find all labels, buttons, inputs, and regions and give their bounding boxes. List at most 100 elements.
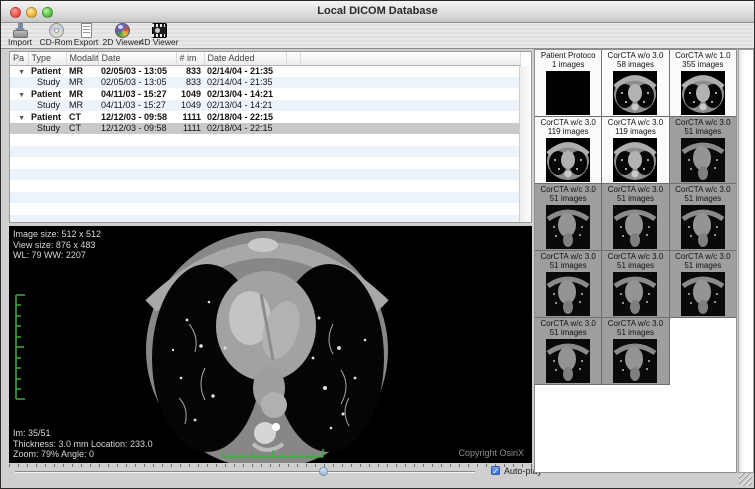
series-thumbnail[interactable]: CorCTA w/c 3.0 51 images [670, 251, 737, 318]
4d-viewer-icon [151, 23, 168, 38]
series-image-count: 51 images [670, 195, 736, 204]
series-image-count: 51 images [670, 128, 736, 137]
image-viewer[interactable]: Image size: 512 x 512 View size: 876 x 4… [9, 226, 532, 463]
overlay-image-index: Im: 35/51 [13, 428, 153, 439]
series-image-count: 51 images [670, 262, 736, 271]
column-header-spacer [286, 52, 300, 65]
table-row[interactable]: ▼ Study CT 12/12/03 - 09:58 1111 02/18/0… [10, 123, 521, 135]
cdrom-icon [48, 23, 65, 38]
4d-viewer-button[interactable]: 4D Viewer [137, 23, 181, 49]
cell-image-count: 833 [176, 65, 204, 77]
viewer-copyright: Copyright OsiriX [458, 448, 524, 459]
series-thumbnail[interactable]: CorCTA w/o 3.0 58 images [602, 50, 669, 117]
table-row[interactable]: ▼ Study MR 04/11/03 - 15:27 1049 02/13/0… [10, 100, 521, 112]
series-thumbnail[interactable]: Patient Protoco 1 images [535, 50, 602, 117]
2d-viewer-icon [114, 23, 131, 38]
disclosure-triangle-icon[interactable]: ▼ [18, 69, 25, 76]
export-label: Export [69, 38, 103, 47]
table-vertical-scrollbar[interactable] [519, 66, 530, 223]
series-preview-image [681, 272, 725, 316]
series-preview-image [613, 138, 657, 182]
table-row[interactable]: ▼ Patient CT 12/12/03 - 09:58 1111 02/18… [10, 111, 521, 123]
table-row[interactable]: ▼ Patient MR 04/11/03 - 15:27 1049 02/13… [10, 88, 521, 100]
series-thumbnail-panel: Patient Protoco 1 images CorCTA w/o 3.0 … [534, 49, 737, 473]
series-thumbnail[interactable]: CorCTA w/c 3.0 51 images [602, 184, 669, 251]
cell-date: 04/11/03 - 15:27 [98, 88, 176, 100]
series-image-count: 1 images [535, 61, 601, 70]
series-thumbnail[interactable]: CorCTA w/c 3.0 51 images [670, 184, 737, 251]
series-thumbnail[interactable]: CorCTA w/c 3.0 51 images [535, 318, 602, 385]
disclosure-triangle-icon[interactable]: ▼ [18, 115, 25, 122]
series-image-count: 51 images [602, 262, 668, 271]
series-thumbnail[interactable]: CorCTA w/c 1.0 355 images [670, 50, 737, 117]
series-preview-image [546, 138, 590, 182]
cell-date-added: 02/18/04 - 22:15 [204, 111, 286, 123]
cell-type: Study [28, 100, 66, 112]
series-preview-image [613, 272, 657, 316]
cell-modality: CT [66, 123, 98, 135]
database-table: Pa Type Modality Date # im Date Added ▼ … [10, 52, 521, 223]
overlay-window-level: WL: 79 WW: 2207 [13, 250, 101, 261]
series-image-count: 355 images [670, 61, 736, 70]
series-preview-image [681, 138, 725, 182]
disclosure-triangle-icon[interactable]: ▼ [18, 92, 25, 99]
table-row-empty [10, 157, 521, 169]
series-thumbnail[interactable]: CorCTA w/c 3.0 51 images [535, 251, 602, 318]
cell-image-count: 1049 [176, 100, 204, 112]
import-icon [12, 23, 29, 38]
series-thumbnail[interactable]: CorCTA w/c 3.0 119 images [602, 117, 669, 184]
table-row-empty [10, 192, 521, 204]
cell-type: Patient [28, 111, 66, 123]
cell-image-count: 1049 [176, 88, 204, 100]
horizontal-scale-ruler [222, 447, 324, 459]
cell-date: 02/05/03 - 13:05 [98, 65, 176, 77]
series-image-count: 51 images [535, 329, 601, 338]
series-thumbnail[interactable]: CorCTA w/c 3.0 51 images [535, 184, 602, 251]
series-preview-image [546, 272, 590, 316]
cell-modality: MR [66, 65, 98, 77]
column-header-date[interactable]: Date [98, 52, 176, 65]
cell-image-count: 1111 [176, 123, 204, 135]
series-image-count: 51 images [602, 195, 668, 204]
column-header-type[interactable]: Type [28, 52, 66, 65]
table-row-empty [10, 146, 521, 158]
database-table-panel: Pa Type Modality Date # im Date Added ▼ … [9, 51, 532, 223]
series-preview-image [613, 339, 657, 383]
ct-image[interactable] [143, 228, 391, 463]
table-header-row: Pa Type Modality Date # im Date Added [10, 52, 521, 65]
cell-type: Patient [28, 65, 66, 77]
series-thumbnail[interactable]: CorCTA w/c 3.0 119 images [535, 117, 602, 184]
series-preview-image [613, 205, 657, 249]
column-header-date-added[interactable]: Date Added [204, 52, 286, 65]
column-header-modality[interactable]: Modality [66, 52, 98, 65]
series-preview-image [681, 71, 725, 115]
image-slider-track[interactable] [15, 471, 475, 473]
export-icon [78, 23, 95, 38]
column-header-im[interactable]: # im [176, 52, 204, 65]
cell-modality: CT [66, 111, 98, 123]
cell-date-added: 02/18/04 - 22:15 [204, 123, 286, 135]
toolbar: Import CD-Rom Export 2D Viewer 4D V [1, 23, 754, 49]
window-title: Local DICOM Database [1, 5, 754, 17]
import-button[interactable]: Import [4, 23, 36, 49]
cell-modality: MR [66, 100, 98, 112]
table-row[interactable]: ▼ Study MR 02/05/03 - 13:05 833 02/14/04… [10, 77, 521, 89]
autoplay-checkbox[interactable]: ✓ [491, 466, 500, 475]
title-bar[interactable]: Local DICOM Database [1, 1, 754, 23]
series-thumbnail[interactable]: CorCTA w/c 3.0 51 images [670, 117, 737, 184]
series-preview-image [546, 71, 590, 115]
window-resize-grip[interactable] [739, 473, 752, 486]
viewer-overlay-bottom: Im: 35/51 Thickness: 3.0 mm Location: 23… [13, 428, 153, 460]
cell-date: 12/12/03 - 09:58 [98, 123, 176, 135]
column-header-pa[interactable]: Pa [10, 52, 28, 65]
thumbnail-panel-scrollbar[interactable] [738, 49, 754, 473]
image-slider-thumb[interactable] [319, 467, 328, 476]
export-button[interactable]: Export [69, 23, 103, 49]
table-row[interactable]: ▼ Patient MR 02/05/03 - 13:05 833 02/14/… [10, 65, 521, 77]
series-thumbnail[interactable]: CorCTA w/c 3.0 51 images [602, 318, 669, 385]
cell-type: Patient [28, 88, 66, 100]
table-row-empty [10, 215, 521, 224]
series-thumbnail[interactable]: CorCTA w/c 3.0 51 images [602, 251, 669, 318]
series-image-count: 51 images [535, 195, 601, 204]
overlay-view-size: View size: 876 x 483 [13, 240, 101, 251]
